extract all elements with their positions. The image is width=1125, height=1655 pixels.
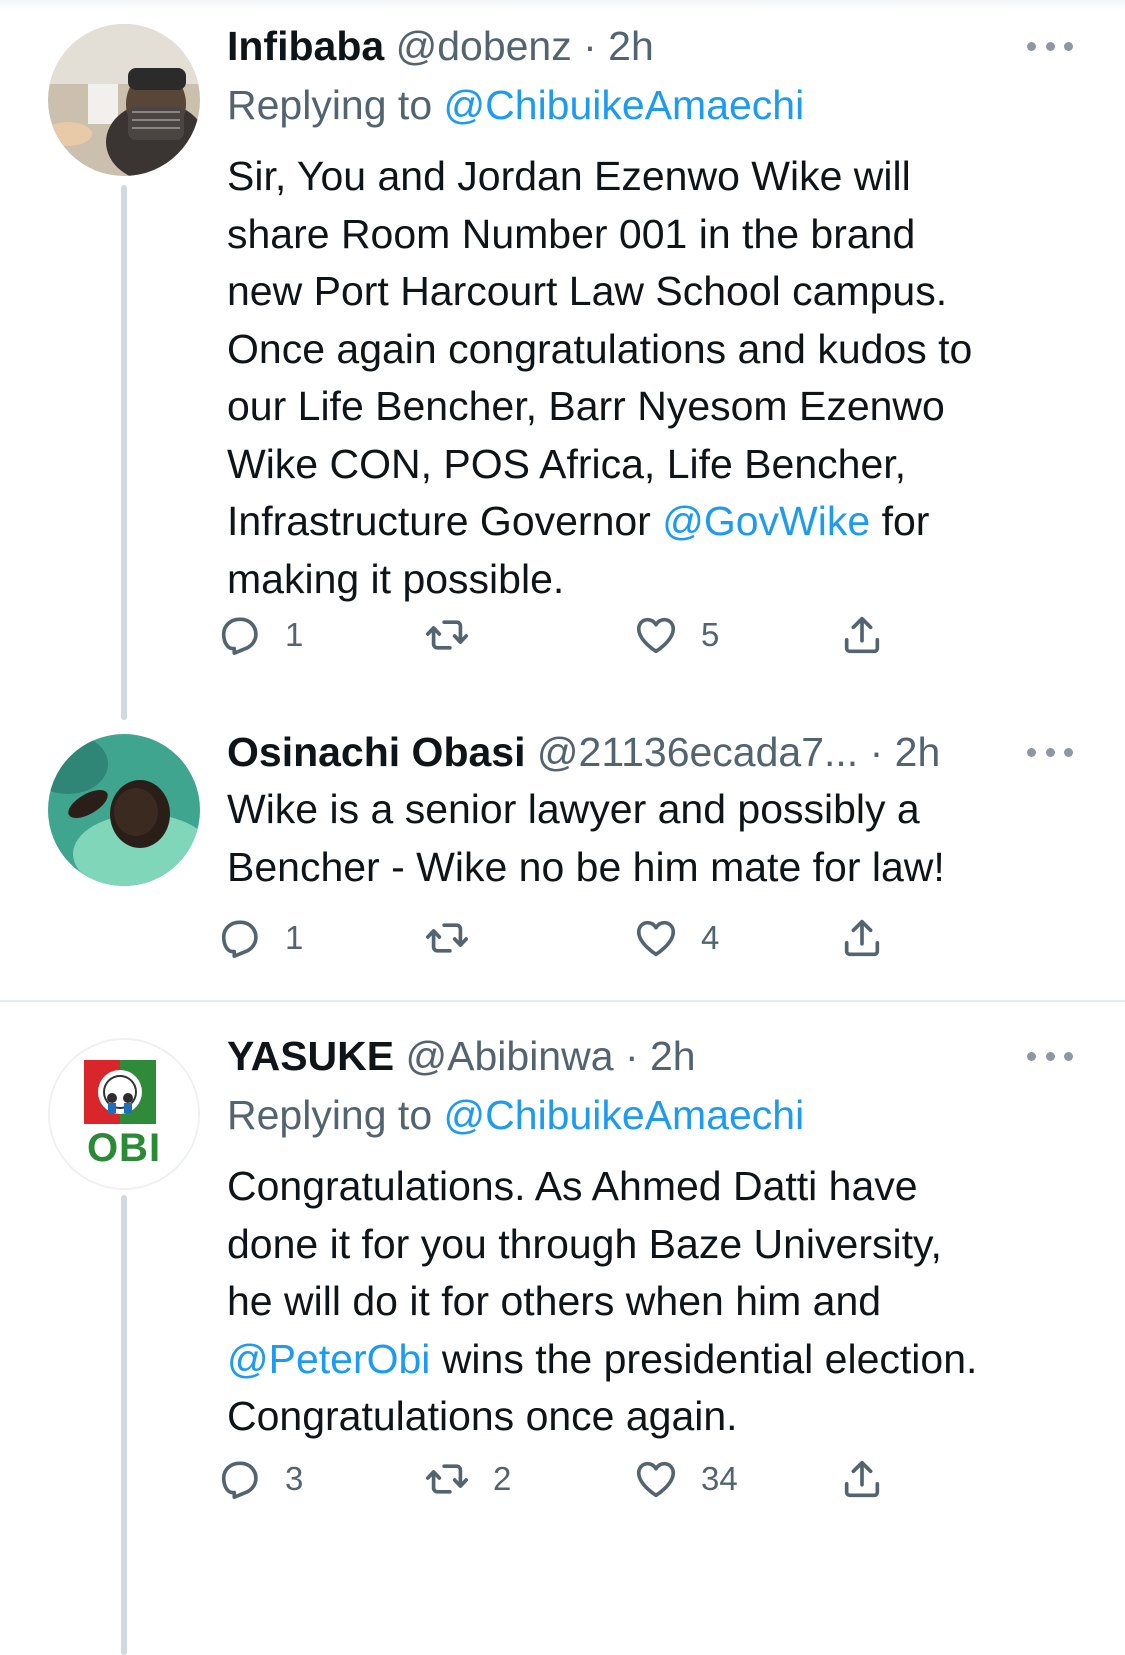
reply-button[interactable]: 1 [217, 606, 303, 664]
tweet-text: Sir, You and Jordan Ezenwo Wike will sha… [227, 148, 1087, 608]
tweet-line: Sir, You and Jordan Ezenwo Wike will [227, 153, 911, 199]
more-icon[interactable] [1027, 1030, 1073, 1082]
tweet-header: Osinachi Obasi @21136ecada7... · 2h [227, 726, 1087, 778]
tweet-line: he will do it for others when him and [227, 1278, 882, 1324]
reply-icon [217, 1456, 263, 1502]
avatar[interactable] [48, 734, 200, 886]
tweet-text-segment: for [870, 498, 930, 544]
avatar[interactable] [48, 24, 200, 176]
user-handle[interactable]: @Abibinwa [406, 1033, 614, 1079]
display-name[interactable]: Infibaba [227, 23, 384, 69]
thread-line [121, 1195, 127, 1655]
more-icon[interactable] [1027, 20, 1073, 72]
share-icon [839, 915, 885, 961]
top-edge [0, 0, 1125, 10]
replying-mention-link[interactable]: @ChibuikeAmaechi [444, 82, 805, 128]
retweet-icon [423, 612, 471, 658]
reply-button[interactable]: 1 [217, 909, 303, 967]
replying-mention-link[interactable]: @ChibuikeAmaechi [444, 1092, 805, 1138]
like-count: 34 [701, 1460, 738, 1497]
share-button[interactable] [839, 606, 885, 664]
more-icon[interactable] [1027, 726, 1073, 778]
tweet-line: Once again congratulations and kudos to [227, 325, 973, 372]
thread-line [121, 185, 127, 720]
tweet-line: @PeterObi wins the presidential election… [227, 1331, 1087, 1389]
share-icon [839, 612, 885, 658]
tweet-line: our Life Bencher, Barr Nyesom Ezenwo [227, 383, 945, 429]
replying-to: Replying to @ChibuikeAmaechi [227, 76, 1087, 134]
tweet-line: Congratulations once again. [227, 1393, 738, 1439]
retweet-count: 2 [493, 1460, 512, 1497]
tweet-line: Wike is a senior lawyer and possibly a [227, 786, 920, 832]
like-button[interactable]: 5 [633, 606, 719, 664]
tweet-line: new Port Harcourt Law School campus. [227, 268, 948, 314]
tweet-actions: 3 2 34 [217, 1450, 917, 1508]
tweet-header: Infibaba @dobenz · 2h [227, 20, 1087, 72]
tweet-line: share Room Number 001 in the brand [227, 210, 916, 257]
like-button[interactable]: 4 [633, 909, 719, 967]
reply-icon [217, 612, 263, 658]
user-handle[interactable]: @21136ecada7... [537, 729, 858, 775]
retweet-button[interactable] [423, 606, 493, 664]
tweet-divider [0, 1000, 1125, 1002]
avatar-text: OBI [86, 1126, 162, 1170]
reply-icon [217, 915, 263, 961]
tweet-line: Congratulations. As Ahmed Datti have [227, 1163, 918, 1209]
tweet-actions: 1 4 [217, 909, 917, 967]
tweet-text-segment: wins the presidential election. [430, 1335, 978, 1382]
heart-icon [633, 915, 679, 961]
like-button[interactable]: 34 [633, 1450, 738, 1508]
heart-icon [633, 612, 679, 658]
mention-link[interactable]: @GovWike [662, 498, 870, 544]
reply-button[interactable]: 3 [217, 1450, 303, 1508]
share-icon [839, 1456, 885, 1502]
mention-link[interactable]: @PeterObi [227, 1336, 430, 1382]
reply-count: 1 [285, 616, 304, 653]
reply-count: 3 [285, 1460, 304, 1497]
timestamp[interactable]: · 2h [870, 729, 941, 775]
tweet-line: making it possible. [227, 555, 565, 602]
avatar[interactable]: OBI [48, 1038, 200, 1190]
replying-to: Replying to @ChibuikeAmaechi [227, 1086, 1087, 1144]
retweet-icon [423, 915, 471, 961]
heart-icon [633, 1456, 679, 1502]
user-handle[interactable]: @dobenz [396, 23, 572, 69]
tweet-text: Wike is a senior lawyer and possibly a B… [227, 781, 1087, 896]
reply-count: 1 [285, 919, 304, 956]
display-name[interactable]: YASUKE [227, 1033, 394, 1079]
timestamp[interactable]: · 2h [625, 1033, 696, 1079]
retweet-button[interactable] [423, 909, 493, 967]
tweet-text: Congratulations. As Ahmed Datti have don… [227, 1158, 1087, 1446]
replying-label: Replying to [227, 1092, 433, 1138]
replying-label: Replying to [227, 82, 433, 128]
tweet-line: Wike CON, POS Africa, Life Bencher, [227, 440, 907, 487]
display-name[interactable]: Osinachi Obasi [227, 729, 526, 775]
retweet-icon [423, 1456, 471, 1502]
like-count: 5 [701, 616, 720, 653]
tweet-line: done it for you through Baze University, [227, 1220, 942, 1267]
tweet-text-segment: Infrastructure Governor [227, 498, 663, 544]
tweet-header: YASUKE @Abibinwa · 2h [227, 1030, 1087, 1082]
tweet-line: Infrastructure Governor @GovWike for [227, 493, 1087, 551]
timestamp[interactable]: · 2h [583, 23, 654, 69]
tweet-line: Bencher - Wike no be him mate for law! [227, 843, 945, 890]
share-button[interactable] [839, 909, 885, 967]
tweet-actions: 1 5 [217, 606, 917, 664]
share-button[interactable] [839, 1450, 885, 1508]
like-count: 4 [701, 919, 720, 956]
retweet-button[interactable]: 2 [423, 1450, 511, 1508]
